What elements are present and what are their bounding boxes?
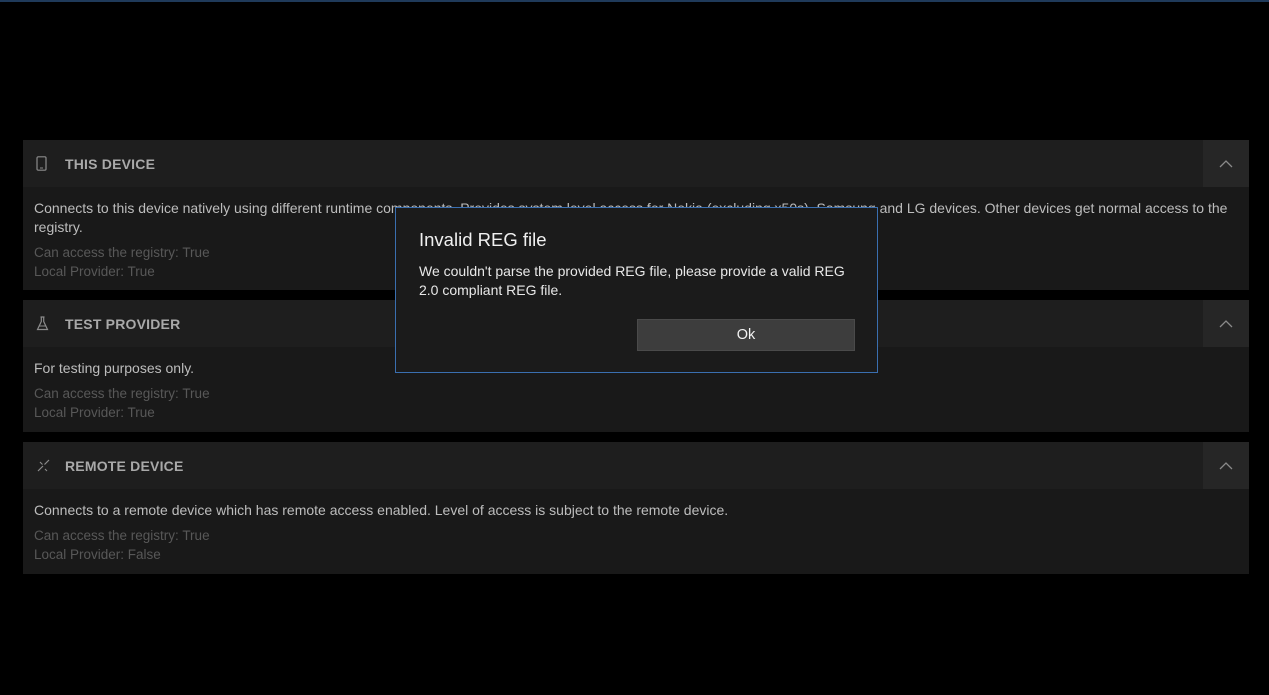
chevron-up-icon — [1219, 458, 1233, 473]
provider-title: THIS DEVICE — [65, 155, 156, 172]
dialog-title: Invalid REG file — [419, 229, 547, 250]
provider-local-flag: Local Provider: True — [34, 404, 155, 420]
provider-panel-remote-device: REMOTE DEVICE Connects to a remote devic… — [23, 442, 1249, 574]
invalid-reg-dialog: Invalid REG file We couldn't parse the p… — [395, 207, 878, 373]
remote-link-icon — [23, 458, 65, 473]
provider-registry-access: Can access the registry: True — [34, 386, 210, 401]
provider-title: REMOTE DEVICE — [65, 457, 184, 474]
flask-icon — [23, 316, 65, 331]
provider-title: TEST PROVIDER — [65, 315, 181, 332]
provider-local-flag: Local Provider: False — [34, 546, 161, 562]
provider-registry-access: Can access the registry: True — [34, 528, 210, 543]
provider-header-remote-device[interactable]: REMOTE DEVICE — [23, 442, 1249, 489]
chevron-up-icon — [1219, 156, 1233, 171]
ok-button[interactable]: Ok — [637, 319, 855, 351]
provider-description: Connects to a remote device which has re… — [34, 502, 729, 518]
provider-list: THIS DEVICE Connects to this device nati… — [0, 0, 1269, 695]
provider-header-this-device[interactable]: THIS DEVICE — [23, 140, 1249, 187]
chevron-up-icon — [1219, 316, 1233, 331]
collapse-button[interactable] — [1203, 300, 1249, 347]
dialog-message: We couldn't parse the provided REG file,… — [419, 263, 845, 298]
phone-icon — [23, 156, 65, 171]
collapse-button[interactable] — [1203, 442, 1249, 489]
provider-body: Connects to a remote device which has re… — [23, 489, 1249, 576]
collapse-button[interactable] — [1203, 140, 1249, 187]
